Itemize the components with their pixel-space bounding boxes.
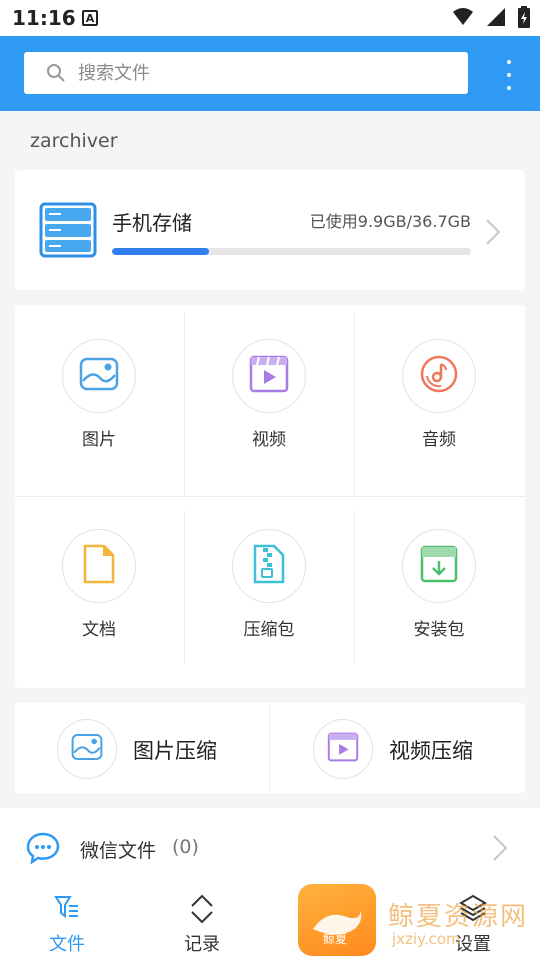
- category-circle: [402, 339, 476, 413]
- category-videos[interactable]: 视频: [185, 305, 355, 485]
- archive-icon: [252, 544, 286, 588]
- category-circle: [402, 529, 476, 603]
- category-documents[interactable]: 文档: [15, 495, 185, 675]
- package-icon: [420, 545, 458, 587]
- video-compress-button[interactable]: 视频压缩: [271, 703, 525, 793]
- category-circle: [62, 529, 136, 603]
- app-header: [0, 36, 540, 111]
- category-label: 压缩包: [243, 620, 295, 640]
- nav-tab-files[interactable]: 文件: [2, 886, 132, 960]
- video-icon: [327, 732, 359, 766]
- storage-usage-text: 已使用9.9GB/36.7GB: [309, 212, 471, 231]
- compress-circle: [313, 719, 373, 779]
- image-icon: [79, 357, 119, 395]
- watermark-logo: 鲸夏: [298, 884, 376, 956]
- file-category-grid: 图片 视频 音频 文档 压缩包 安装包: [15, 305, 525, 688]
- phone-storage-card[interactable]: 手机存储 已使用9.9GB/36.7GB: [15, 170, 525, 290]
- wechat-files-count: (0): [172, 836, 199, 858]
- notification-icon: A: [82, 10, 98, 26]
- battery-icon: [518, 6, 530, 32]
- search-input[interactable]: [76, 61, 460, 85]
- video-compress-label: 视频压缩: [389, 739, 473, 763]
- category-label: 图片: [82, 430, 116, 450]
- category-label: 安装包: [413, 620, 465, 640]
- search-icon: [46, 63, 66, 83]
- status-bar: 11:16 A: [0, 0, 540, 36]
- category-images[interactable]: 图片: [15, 305, 185, 485]
- category-circle: [62, 339, 136, 413]
- storage-progress-fill: [112, 248, 209, 255]
- search-bar[interactable]: [24, 52, 468, 94]
- chevron-right-icon: [492, 834, 508, 866]
- document-icon: [82, 544, 116, 588]
- storage-server-icon: [39, 202, 97, 262]
- wifi-icon: [452, 7, 474, 31]
- more-options-button[interactable]: [504, 60, 514, 90]
- nav-label: 记录: [184, 934, 220, 955]
- video-icon: [249, 355, 289, 397]
- status-time: 11:16: [12, 6, 76, 30]
- signal-icon: [486, 7, 506, 31]
- category-audio[interactable]: 音频: [355, 305, 525, 485]
- expand-arrows-icon: [189, 894, 215, 928]
- image-icon: [71, 733, 103, 765]
- chat-bubble-icon: [26, 832, 60, 868]
- wechat-files-label: 微信文件: [80, 840, 157, 862]
- category-apk[interactable]: 安装包: [355, 495, 525, 675]
- watermark-url: jxziy.com: [392, 930, 461, 948]
- nav-label: 文件: [49, 934, 85, 955]
- category-archives[interactable]: 压缩包: [185, 495, 355, 675]
- storage-progress-bar: [112, 248, 471, 255]
- current-path: zarchiver: [30, 130, 118, 152]
- nav-tab-history[interactable]: 记录: [137, 886, 267, 960]
- category-circle: [232, 529, 306, 603]
- image-compress-label: 图片压缩: [133, 739, 217, 763]
- watermark-text: 鲸夏资源网: [388, 902, 529, 932]
- storage-title: 手机存储: [112, 211, 192, 235]
- chevron-right-icon: [485, 218, 501, 250]
- music-disc-icon: [419, 354, 459, 398]
- compress-tools-card: 图片压缩 视频压缩: [15, 703, 525, 793]
- category-label: 文档: [82, 620, 116, 640]
- category-label: 音频: [422, 430, 456, 450]
- wechat-files-row[interactable]: 微信文件 (0): [0, 808, 540, 886]
- image-compress-button[interactable]: 图片压缩: [15, 703, 269, 793]
- svg-text:鲸夏: 鲸夏: [323, 931, 347, 945]
- category-circle: [232, 339, 306, 413]
- compress-circle: [57, 719, 117, 779]
- file-filter-icon: [54, 894, 80, 924]
- category-label: 视频: [252, 430, 286, 450]
